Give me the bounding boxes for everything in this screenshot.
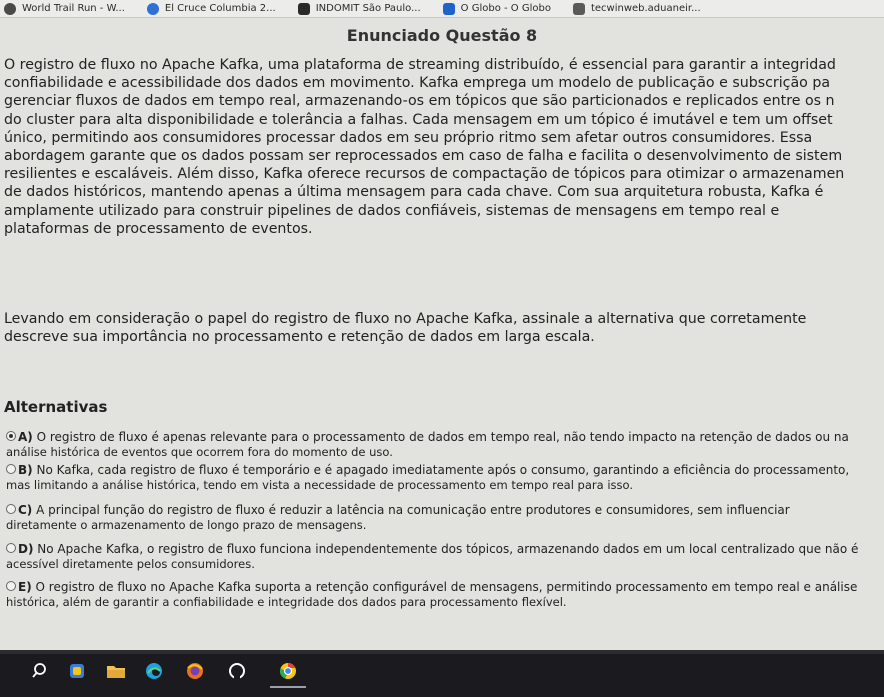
globe-icon	[4, 2, 16, 15]
bookmarks-bar: World Trail Run - W... El Cruce Columbia…	[0, 0, 884, 18]
radio-button[interactable]	[6, 504, 16, 514]
edge-icon[interactable]	[145, 662, 163, 680]
statement-line: único, permitindo aos consumidores proce…	[4, 129, 813, 146]
statement-line: confiabilidade e acessibilidade dos dado…	[4, 75, 831, 92]
site-icon	[572, 2, 585, 15]
statement-line: do cluster para alta disponibilidade e t…	[4, 111, 833, 128]
bookmark-indomit[interactable]: INDOMIT São Paulo...	[297, 2, 421, 15]
prompt-line: descreve sua importância no processament…	[4, 329, 595, 346]
option-text: O registro de fluxo no Apache Kafka supo…	[35, 580, 858, 594]
question-prompt: Levando em consideração o papel do regis…	[4, 310, 884, 346]
bookmark-label: tecwinweb.aduaneir...	[590, 3, 701, 14]
statement-line: resilientes e escaláveis. Além disso, Ka…	[4, 166, 845, 183]
alternative-c[interactable]: C) A principal função do registro de flu…	[6, 503, 884, 532]
option-text-continued: diretamente o armazenamento de longo pra…	[6, 517, 367, 532]
bookmark-label: INDOMIT São Paulo...	[315, 3, 421, 14]
search-icon[interactable]	[32, 662, 50, 680]
option-text: No Apache Kafka, o registro de fluxo fun…	[37, 542, 859, 556]
option-letter: E)	[18, 580, 32, 594]
option-text-continued: análise histórica de eventos que ocorrem…	[6, 444, 393, 459]
firefox-icon[interactable]	[186, 662, 204, 680]
question-statement: O registro de fluxo no Apache Kafka, uma…	[4, 56, 884, 238]
radio-button[interactable]	[6, 464, 16, 474]
bookmark-label: El Cruce Columbia 2...	[164, 3, 276, 14]
option-letter: D)	[18, 542, 34, 556]
bookmark-label: O Globo - O Globo	[460, 3, 551, 14]
option-text-continued: mas limitando a análise histórica, tendo…	[6, 477, 634, 492]
statement-line: gerenciar fluxos de dados em tempo real,…	[4, 93, 835, 110]
bookmark-label: World Trail Run - W...	[22, 3, 125, 14]
statement-line: O registro de fluxo no Apache Kafka, uma…	[4, 57, 836, 73]
bookmark-o-globo[interactable]: O Globo - O Globo	[442, 2, 551, 15]
statement-line: amplamente utilizado para construir pipe…	[4, 202, 780, 219]
globo-icon	[442, 2, 455, 15]
taskbar-border	[0, 650, 884, 654]
question-panel: Enunciado Questão 8 O registro de fluxo …	[0, 18, 884, 650]
alternative-b[interactable]: B) No Kafka, cada registro de fluxo é te…	[6, 463, 884, 492]
option-text: O registro de fluxo é apenas relevante p…	[36, 430, 849, 444]
alternative-a[interactable]: A) O registro de fluxo é apenas relevant…	[6, 430, 884, 459]
option-text-continued: histórica, além de garantir a confiabili…	[6, 594, 567, 609]
question-title: Enunciado Questão 8	[346, 26, 538, 45]
statement-line: plataformas de processamento de eventos.	[4, 220, 313, 237]
bookmark-world-trail-run[interactable]: World Trail Run - W...	[4, 2, 125, 15]
bookmark-tecwinweb[interactable]: tecwinweb.aduaneir...	[572, 2, 701, 15]
prompt-line: Levando em consideração o papel do regis…	[4, 311, 807, 327]
statement-line: de dados históricos, mantendo apenas a ú…	[4, 184, 824, 201]
chrome-icon[interactable]	[279, 662, 297, 680]
taskbar	[0, 650, 884, 697]
site-icon	[297, 2, 310, 15]
github-icon[interactable]	[228, 662, 246, 680]
radio-button-selected[interactable]	[6, 431, 16, 441]
radio-button[interactable]	[6, 543, 16, 553]
option-letter: B)	[18, 463, 33, 477]
active-app-indicator	[270, 686, 306, 688]
option-text-continued: acessível diretamente pelos consumidores…	[6, 556, 255, 571]
radio-button[interactable]	[6, 581, 16, 591]
site-icon	[146, 2, 159, 15]
option-text: No Kafka, cada registro de fluxo é tempo…	[36, 463, 850, 477]
alternative-d[interactable]: D) No Apache Kafka, o registro de fluxo …	[6, 542, 884, 571]
option-letter: A)	[18, 430, 33, 444]
bookmark-el-cruce[interactable]: El Cruce Columbia 2...	[146, 2, 276, 15]
alternative-e[interactable]: E) O registro de fluxo no Apache Kafka s…	[6, 580, 884, 609]
widgets-icon[interactable]	[68, 662, 86, 680]
file-explorer-icon[interactable]	[106, 662, 125, 680]
alternatives-heading: Alternativas	[4, 398, 108, 416]
option-letter: C)	[18, 503, 33, 517]
option-text: A principal função do registro de fluxo …	[36, 503, 790, 517]
statement-line: abordagem garante que os dados possam se…	[4, 147, 843, 164]
